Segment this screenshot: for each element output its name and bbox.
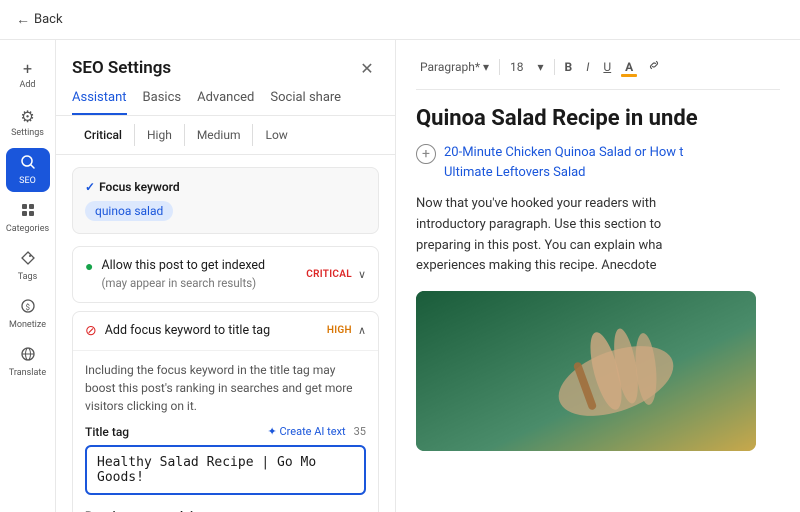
status-icon-red: ⊘ [85,323,97,339]
title-tag-label: Title tag [85,425,129,439]
seo-tabs: Assistant Basics Advanced Social share [56,80,395,116]
seo-item-indexing: ● Allow this post to get indexed(may app… [72,246,379,303]
article-title: Quinoa Salad Recipe in unde [416,106,780,131]
underline-button[interactable]: U [599,58,615,76]
suggestion-text: 20-Minute Chicken Quinoa Salad or How t … [444,143,684,182]
sidebar-item-translate[interactable]: Translate [6,340,50,384]
seo-item-indexing-right: CRITICAL ∨ [306,268,366,281]
sidebar-item-seo[interactable]: SEO [6,148,50,192]
seo-panel-header: SEO Settings ✕ [56,40,395,80]
chevron-down-icon: ∨ [358,268,366,281]
sidebar-item-categories[interactable]: Categories [6,196,50,240]
requirements-title: Requirements and tips: [85,509,366,512]
top-bar: ← Back [0,0,800,40]
content-area: Paragraph* ▾ 18 ▾ B I U A Quinoa Salad R… [396,40,800,512]
toolbar-chevron-down[interactable]: ▾ [534,58,548,76]
title-tag-input[interactable]: Healthy Salad Recipe | Go Mo Goods! [85,445,366,495]
sidebar-item-categories-label: Categories [6,224,49,234]
article-body: Now that you've hooked your readers with… [416,194,780,277]
text-color-button[interactable]: A [621,58,637,76]
back-label: Back [34,12,63,27]
font-size-control[interactable]: 18 [506,58,528,76]
sidebar-item-add[interactable]: + Add [6,52,50,96]
seo-icon [20,154,36,174]
seo-item-indexing-header[interactable]: ● Allow this post to get indexed(may app… [73,247,378,302]
sidebar-item-translate-label: Translate [9,368,46,378]
title-tag-row: Title tag ✦ Create AI text 35 [85,425,366,439]
bold-button[interactable]: B [561,58,577,76]
tab-social[interactable]: Social share [270,90,341,115]
seo-item-title-tag-right: HIGH ∧ [327,324,366,337]
sidebar-item-monetize[interactable]: $ Monetize [6,292,50,336]
chevron-up-icon: ∧ [358,324,366,337]
seo-item-indexing-left: ● Allow this post to get indexed(may app… [85,257,306,292]
svg-text:$: $ [25,303,30,312]
sidebar-item-settings-label: Settings [11,128,44,138]
severity-subtabs: Critical High Medium Low [56,116,395,155]
seo-panel-content: ✓ Focus keyword quinoa salad ● Allow thi… [56,155,395,512]
keyword-tag[interactable]: quinoa salad [85,201,173,221]
suggestion-row: + 20-Minute Chicken Quinoa Salad or How … [416,143,780,182]
sidebar-item-settings[interactable]: ⚙ Settings [6,100,50,144]
severity-badge-high: HIGH [327,325,352,336]
subtab-critical[interactable]: Critical [72,124,135,146]
seo-panel: SEO Settings ✕ Assistant Basics Advanced… [56,40,396,512]
seo-item-title-tag-header[interactable]: ⊘ Add focus keyword to title tag HIGH ∧ [73,312,378,350]
add-icon: + [23,59,32,78]
sidebar-item-seo-label: SEO [19,176,36,186]
severity-badge-critical: CRITICAL [306,269,352,280]
back-arrow-icon: ← [16,11,30,28]
sidebar-item-add-label: Add [19,80,35,90]
seo-item-title-tag-body: Including the focus keyword in the title… [73,350,378,512]
char-count: 35 [354,425,366,438]
tab-advanced[interactable]: Advanced [197,90,254,115]
seo-item-title-tag-text: Add focus keyword to title tag [105,322,270,340]
subtab-medium[interactable]: Medium [185,124,254,146]
editor-toolbar: Paragraph* ▾ 18 ▾ B I U A [416,56,780,90]
monetize-icon: $ [20,298,36,318]
add-suggestion-button[interactable]: + [416,144,436,164]
subtab-high[interactable]: High [135,124,185,146]
close-button[interactable]: ✕ [355,56,379,80]
seo-panel-title: SEO Settings [72,58,171,78]
seo-item-description: Including the focus keyword in the title… [85,361,366,415]
sidebar-item-tags-label: Tags [18,272,37,282]
settings-icon: ⚙ [20,107,34,126]
tab-basics[interactable]: Basics [143,90,182,115]
tags-icon [20,250,36,270]
paragraph-dropdown[interactable]: Paragraph* ▾ [416,58,493,76]
check-icon: ✓ [85,180,95,194]
focus-keyword-box: ✓ Focus keyword quinoa salad [72,167,379,234]
tab-assistant[interactable]: Assistant [72,90,127,115]
seo-item-indexing-text: Allow this post to get indexed(may appea… [101,257,265,292]
main-layout: + Add ⚙ Settings SEO [0,40,800,512]
sidebar-item-monetize-label: Monetize [9,320,46,330]
article-image [416,291,756,451]
sidebar-item-tags[interactable]: Tags [6,244,50,288]
sidebar-icons: + Add ⚙ Settings SEO [0,40,56,512]
translate-icon [20,346,36,366]
link-button[interactable] [643,56,665,77]
focus-keyword-label: ✓ Focus keyword [85,180,366,194]
toolbar-separator-2 [554,59,555,75]
italic-button[interactable]: I [582,58,593,76]
status-icon-green: ● [85,258,93,275]
categories-icon [20,202,36,222]
back-button[interactable]: ← Back [16,11,63,28]
ai-text-button[interactable]: ✦ Create AI text [268,425,346,438]
subtab-low[interactable]: Low [253,124,299,146]
toolbar-separator-1 [499,59,500,75]
seo-item-title-tag-left: ⊘ Add focus keyword to title tag [85,322,327,340]
seo-item-title-tag: ⊘ Add focus keyword to title tag HIGH ∧ … [72,311,379,512]
